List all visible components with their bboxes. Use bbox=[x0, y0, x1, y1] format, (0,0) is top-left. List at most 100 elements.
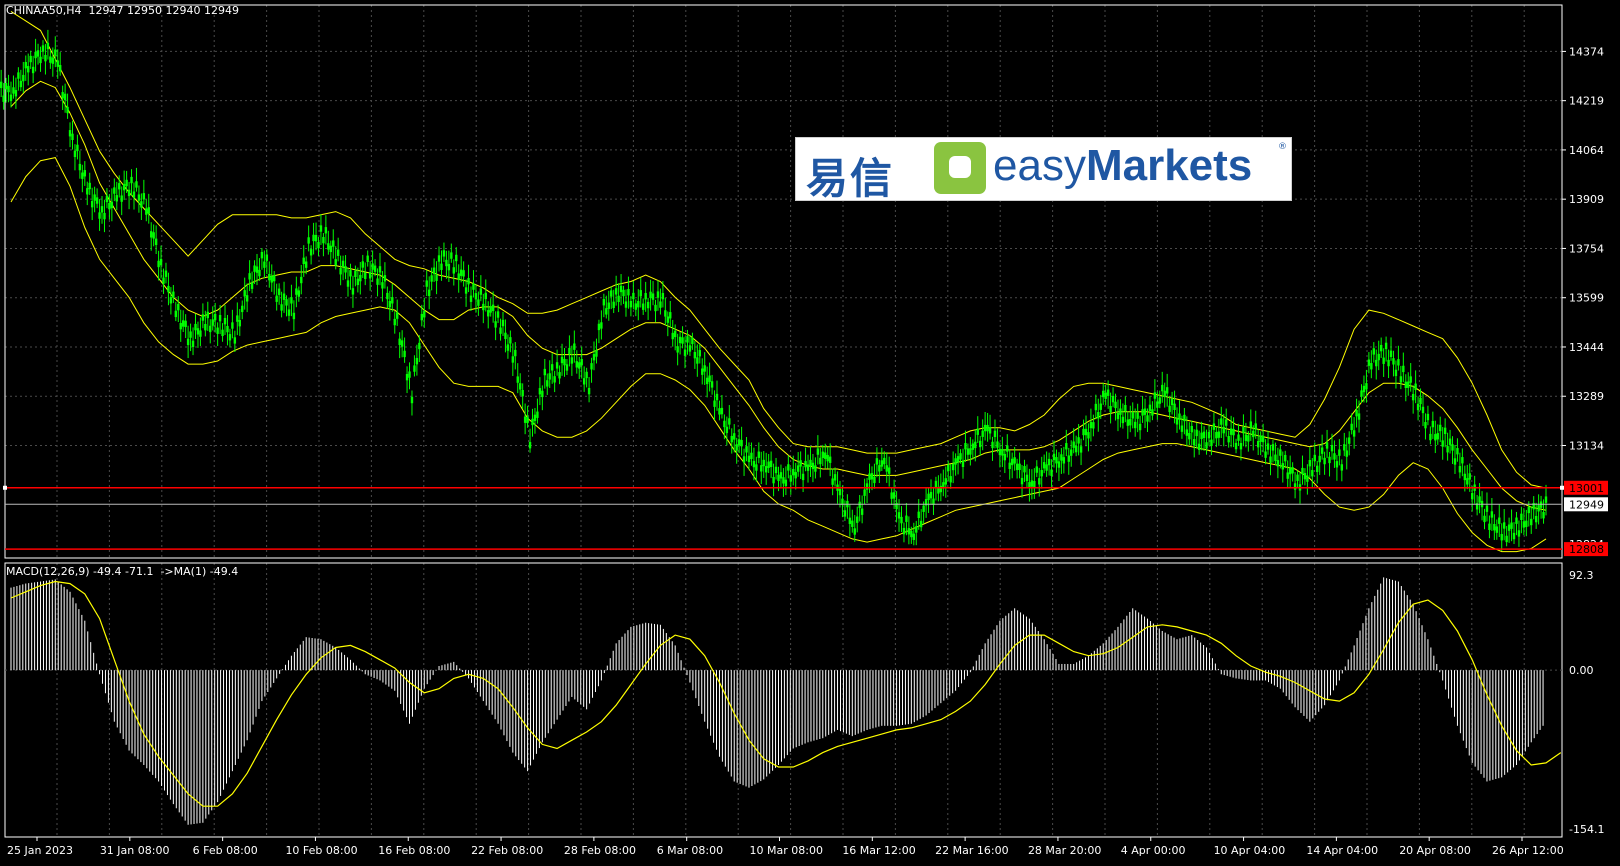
price-bar-body bbox=[511, 356, 515, 363]
price-bar-body bbox=[939, 485, 943, 493]
price-bar-body bbox=[1271, 444, 1275, 451]
price-bar-body bbox=[787, 464, 790, 471]
price-bar-body bbox=[819, 457, 822, 465]
price-bar-body bbox=[673, 330, 677, 338]
price-bar-body bbox=[1084, 428, 1088, 436]
price-bar-body bbox=[713, 400, 716, 407]
price-bar-body bbox=[757, 451, 761, 458]
price-bar-body bbox=[688, 345, 692, 352]
price-tag-current-label: 12949 bbox=[1569, 498, 1604, 511]
price-bar-body bbox=[875, 458, 879, 465]
price-bar-body bbox=[405, 373, 409, 381]
price-bar-body bbox=[334, 259, 337, 266]
price-axis-label: 14064 bbox=[1569, 144, 1604, 157]
price-bar-body bbox=[1311, 470, 1314, 477]
price-bar-body bbox=[1013, 457, 1016, 464]
price-bar-body bbox=[747, 455, 751, 463]
price-bar-body bbox=[125, 179, 128, 187]
price-bar-body bbox=[457, 273, 460, 280]
logo-mark-icon bbox=[934, 142, 986, 194]
time-axis-label: 16 Feb 08:00 bbox=[378, 844, 450, 857]
price-bar-body bbox=[22, 74, 25, 82]
price-bar-body bbox=[546, 380, 549, 387]
price-bar-body bbox=[654, 304, 657, 312]
price-bar-body bbox=[260, 251, 264, 259]
price-bar-body bbox=[245, 295, 249, 302]
price-bar-body bbox=[1399, 376, 1403, 383]
price-bar-body bbox=[550, 364, 554, 371]
price-bar-body bbox=[61, 92, 64, 99]
price-bar-body bbox=[578, 362, 581, 369]
price-bar-body bbox=[1001, 449, 1004, 456]
price-bar-body bbox=[784, 479, 788, 487]
price-bar-body bbox=[71, 133, 74, 141]
price-bar-body bbox=[1148, 404, 1152, 411]
price-bar-body bbox=[929, 491, 933, 499]
price-bar-body bbox=[1242, 426, 1245, 434]
price-bar-body bbox=[1244, 434, 1248, 441]
price-bar-body bbox=[295, 288, 298, 295]
chart-canvas[interactable]: 14374 14219 14064 13909 13754 13599 13444 13289… bbox=[0, 0, 1620, 862]
trading-chart-window: 14374 14219 14064 13909 13754 13599 13444 13289… bbox=[0, 0, 1620, 862]
price-bar-body bbox=[1387, 359, 1390, 367]
price-bar-body bbox=[526, 416, 529, 424]
price-axis-label: 14219 bbox=[1569, 95, 1604, 108]
price-bar-body bbox=[479, 288, 483, 295]
price-bar-body bbox=[1102, 390, 1105, 398]
price-bar-body bbox=[892, 492, 896, 499]
price-bar-body bbox=[570, 357, 574, 364]
price-bar-body bbox=[1325, 442, 1329, 449]
price-bar-body bbox=[1274, 454, 1277, 461]
price-bar-body bbox=[174, 310, 178, 318]
price-bar-body bbox=[381, 282, 384, 289]
price-bar-body bbox=[568, 347, 571, 355]
price-bar-body bbox=[1256, 441, 1260, 448]
price-bar-body bbox=[27, 66, 30, 73]
price-bar-body bbox=[341, 260, 345, 268]
price-bar-body bbox=[277, 288, 281, 295]
price-bar-body bbox=[108, 202, 111, 210]
price-bar-body bbox=[779, 472, 783, 479]
price-bar-body bbox=[1003, 453, 1007, 461]
price-bar-body bbox=[29, 55, 32, 63]
price-bar-body bbox=[58, 65, 62, 72]
price-bar-body bbox=[368, 272, 372, 279]
price-bar-body bbox=[1040, 470, 1043, 477]
price-bar-body bbox=[1006, 445, 1009, 452]
price-bar-body bbox=[351, 288, 355, 295]
price-bar-body bbox=[1505, 535, 1508, 543]
price-bar-body bbox=[521, 390, 524, 397]
price-bar-body bbox=[1370, 363, 1373, 370]
price-bar-body bbox=[100, 206, 104, 213]
price-bar-body bbox=[1357, 413, 1361, 420]
price-bar-body bbox=[226, 325, 229, 333]
price-bar-body bbox=[199, 330, 202, 337]
price-bar-body bbox=[336, 249, 340, 256]
price-bar-body bbox=[1062, 457, 1066, 464]
price-bar-body bbox=[1522, 521, 1526, 528]
price-bar-body bbox=[86, 188, 89, 195]
time-axis-label: 20 Apr 08:00 bbox=[1399, 844, 1471, 857]
price-bar-body bbox=[312, 234, 315, 242]
price-bar-body bbox=[1111, 395, 1115, 403]
line-handle-icon bbox=[1560, 485, 1564, 490]
price-bar-body bbox=[282, 293, 286, 300]
price-bar-body bbox=[1136, 412, 1139, 419]
price-bar-body bbox=[9, 94, 13, 101]
price-bar-body bbox=[49, 56, 52, 63]
price-bar-body bbox=[996, 441, 999, 448]
price-bar-body bbox=[1367, 359, 1371, 366]
price-bar-body bbox=[68, 130, 72, 137]
price-bar-body bbox=[484, 292, 487, 300]
logo-english-text: easyMarkets bbox=[993, 141, 1253, 190]
price-bar-body bbox=[533, 414, 537, 422]
price-bar-body bbox=[1079, 446, 1083, 453]
price-bar-body bbox=[944, 478, 947, 485]
price-bar-body bbox=[664, 310, 667, 317]
price-bar-body bbox=[300, 276, 303, 284]
price-bar-body bbox=[157, 260, 160, 268]
price-bar-body bbox=[147, 207, 150, 214]
price-bar-body bbox=[329, 245, 332, 253]
price-bar-body bbox=[765, 466, 768, 473]
price-bar-body bbox=[649, 291, 652, 299]
